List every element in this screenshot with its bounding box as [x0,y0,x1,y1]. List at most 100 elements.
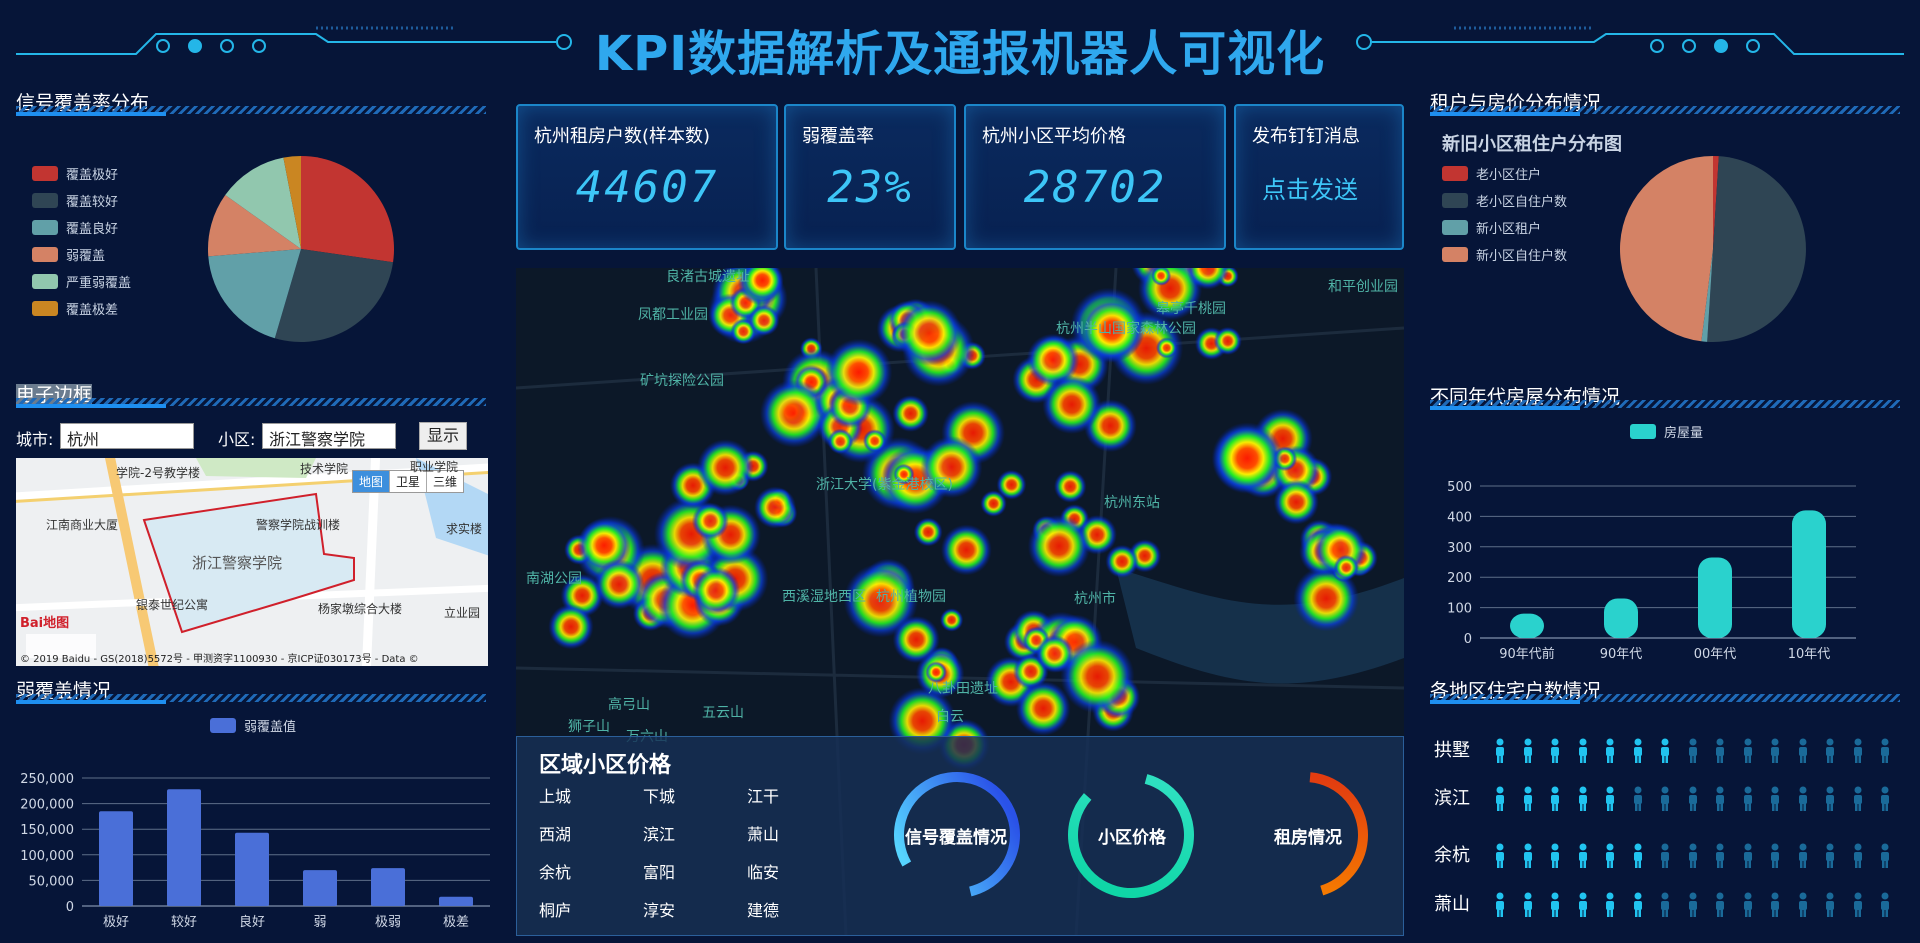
person-icon [1604,738,1616,768]
signal-ring-label[interactable]: 信号覆盖情况 [905,823,1007,848]
area-input[interactable]: 浙江警察学院 [262,423,396,449]
heat-spot [548,604,594,650]
legend-item[interactable]: 老小区自住户数 [1442,187,1567,214]
legend-label: 弱覆盖 [66,249,106,264]
legend-swatch [32,274,58,289]
heat-spot [940,524,992,576]
area-label: 小区: [218,430,256,449]
legend-item[interactable]: 覆盖极好 [32,160,131,187]
legend-item[interactable]: 老小区住户 [1442,160,1567,187]
person-icon [1879,786,1891,816]
bar[interactable] [439,896,473,906]
legend-item[interactable]: 覆盖良好 [32,214,131,241]
legend-item[interactable]: 弱覆盖 [32,241,131,268]
heat-spot [825,338,893,406]
map-place-label: 杭州植物园 [876,589,946,605]
kpi-card-avg-price: 杭州小区平均价格 28702 [964,104,1226,250]
tenant-section-divider [1430,106,1900,116]
tenant-legend: 老小区住户老小区自住户数 新小区租户新小区自住户数 [1442,160,1567,268]
kpi-card-dingtalk[interactable]: 发布钉钉消息 点击发送 [1234,104,1404,250]
decade-legend-swatch [1630,424,1656,439]
person-icon [1577,892,1589,922]
person-icon [1797,892,1809,922]
show-button[interactable]: 显示 [419,422,467,450]
person-icon [1852,786,1864,816]
y-tick-label: 200 [1447,571,1472,586]
person-icon [1824,786,1836,816]
person-icon [1577,843,1589,873]
y-tick-label: 50,000 [29,874,75,889]
legend-label: 老小区住户 [1476,168,1542,183]
person-icon [1824,892,1836,922]
legend-item[interactable]: 新小区自住户数 [1442,241,1567,268]
legend-item[interactable]: 严重弱覆盖 [32,268,131,295]
tenant-chart-subtitle: 新旧小区租住户分布图 [1442,134,1622,155]
person-icon [1714,738,1726,768]
kpi-card-rental-count: 杭州租房户数(样本数) 44607 [516,104,778,250]
map-place-label: 凤都工业园 [638,307,708,323]
person-icon [1687,892,1699,922]
pie-slice[interactable] [1707,156,1806,342]
fence-map[interactable]: 地图 卫星 三维 江南商业大厦 警察学院战训楼 浙江警察学院 求实楼 银泰世纪公… [16,458,488,666]
map-label: 求实楼 [446,522,483,536]
district-label: 拱墅 [1434,740,1470,761]
map-place-label: 矿坑探险公园 [640,373,724,389]
legend-item[interactable]: 覆盖极差 [32,295,131,322]
district-label: 萧山 [1434,894,1470,915]
price-ring-label[interactable]: 小区价格 [1098,823,1166,848]
heat-spot [827,428,854,455]
map-place-label: 五云山 [702,705,744,721]
person-icon [1632,786,1644,816]
person-icon [1742,738,1754,768]
person-icon [1824,738,1836,768]
person-icon [1522,786,1534,816]
bar[interactable] [1698,557,1732,638]
person-icon [1659,786,1671,816]
legend-item[interactable]: 覆盖较好 [32,187,131,214]
person-icon [1879,892,1891,922]
bar[interactable] [303,870,337,906]
heat-spot [1333,554,1359,581]
person-icon [1549,892,1561,922]
person-icon [1714,786,1726,816]
person-icon [1824,843,1836,873]
person-icon [1852,892,1864,922]
person-icon [1494,892,1506,922]
signal-section-divider [16,106,486,116]
legend-label: 新小区自住户数 [1476,249,1568,264]
heat-spot [1053,470,1087,503]
bar[interactable] [235,832,269,906]
person-icon [1742,892,1754,922]
bar[interactable] [167,789,201,906]
bar[interactable] [1792,510,1826,638]
legend-item[interactable]: 新小区租户 [1442,214,1567,241]
city-input[interactable]: 杭州 [60,423,194,449]
map-label: 职业学院 [410,460,459,474]
bar[interactable] [371,868,405,906]
person-icon [1742,786,1754,816]
map-place-label: 南湖公园 [526,571,582,587]
rent-ring-label[interactable]: 租房情况 [1274,823,1342,848]
x-tick-label: 较好 [171,915,197,930]
bar[interactable] [1510,613,1544,638]
bar[interactable] [99,811,133,906]
x-tick-label: 90年代 [1600,647,1643,662]
send-message-button[interactable]: 点击发送 [1262,170,1358,205]
x-tick-label: 良好 [239,914,265,930]
heat-spot [896,300,962,366]
signal-pie-chart [208,156,394,342]
header-right-dots [1650,38,1778,57]
map-place-label: 良渚古城遗址 [666,269,750,285]
map-copyright: © 2019 Baidu - GS(2018)5572号 - 甲测资字11009… [20,654,419,665]
heat-spot [754,486,797,529]
heat-spot [1156,337,1178,359]
pie-slice[interactable] [1619,156,1713,342]
person-icon [1769,892,1781,922]
person-icon [1769,843,1781,873]
map-type-map[interactable]: 地图 [353,471,390,492]
pie-slice[interactable] [301,156,394,263]
header-left-dots [156,38,284,57]
legend-label: 覆盖极差 [66,303,119,318]
bar[interactable] [1604,598,1638,638]
person-icon [1879,843,1891,873]
